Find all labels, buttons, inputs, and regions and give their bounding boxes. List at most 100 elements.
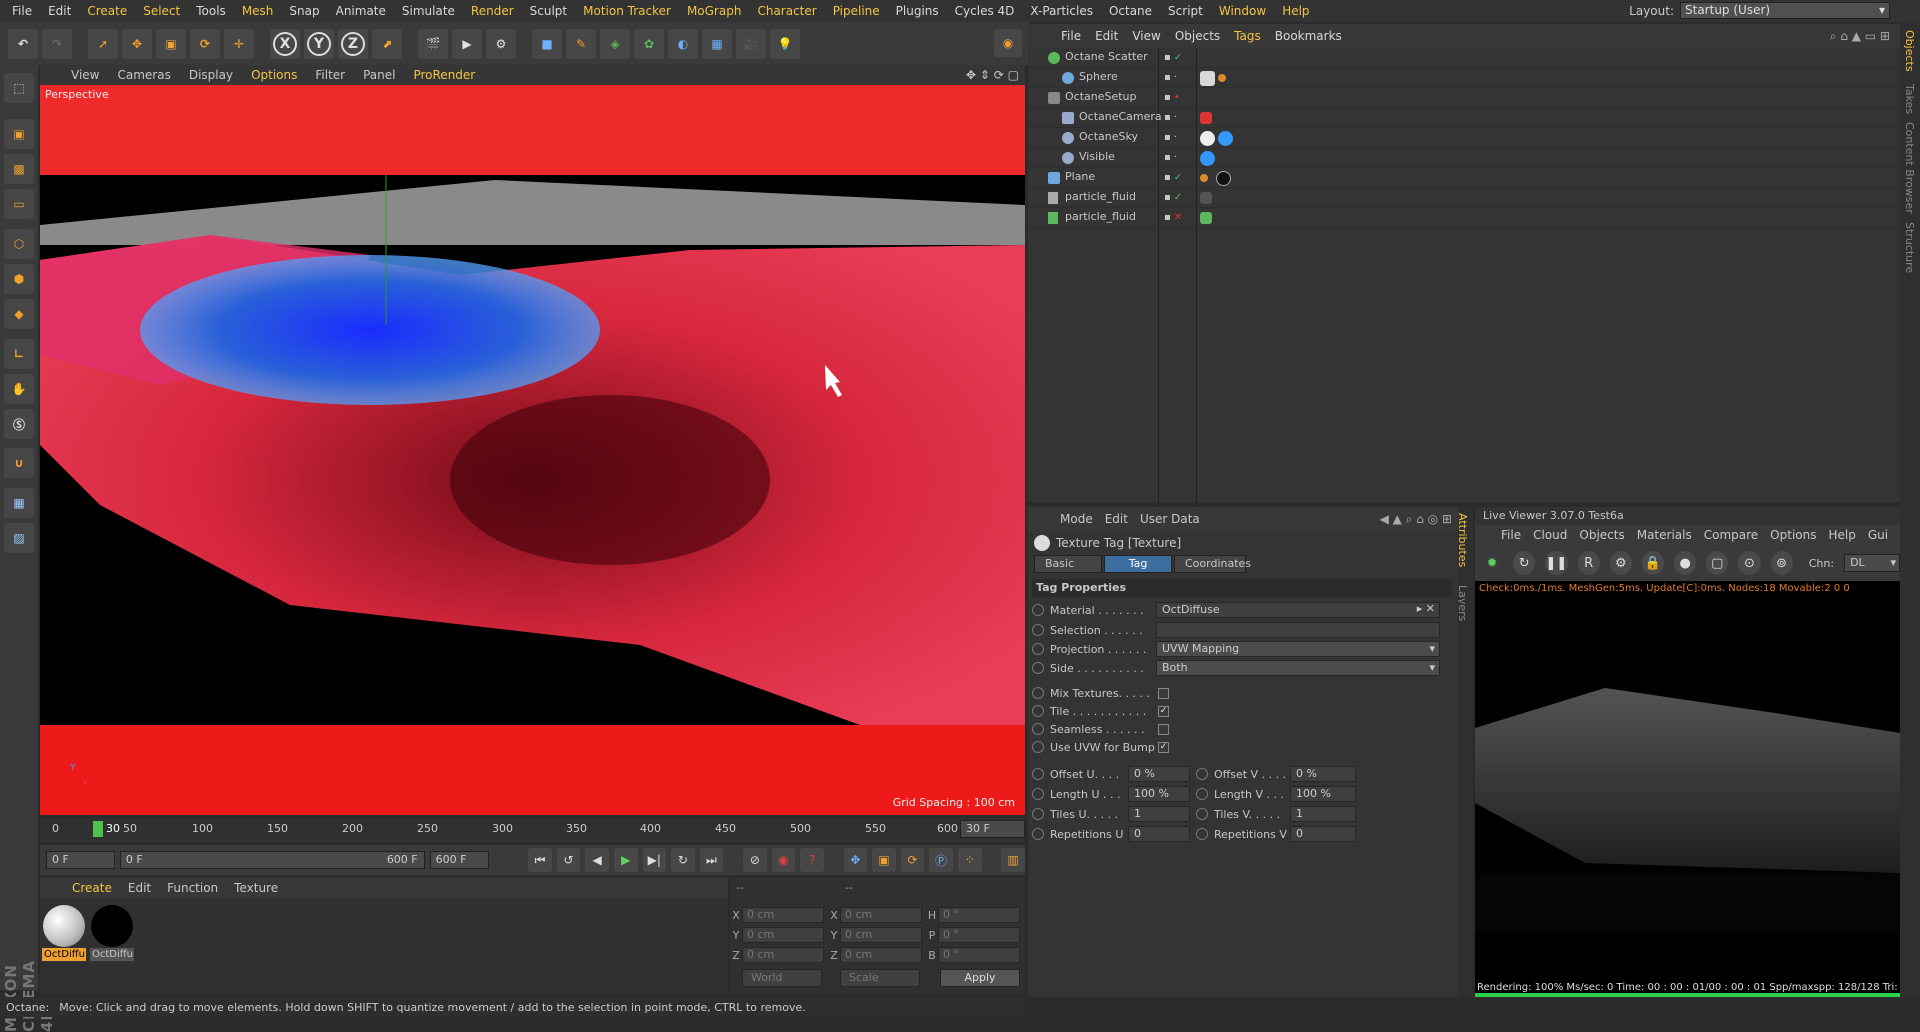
- edges-mode-icon[interactable]: ⬢: [4, 264, 34, 294]
- object-menu-view[interactable]: View: [1125, 29, 1167, 43]
- object-menu-edit[interactable]: Edit: [1088, 29, 1125, 43]
- menu-help[interactable]: Help: [1274, 0, 1317, 22]
- point-level-icon[interactable]: ⁘: [957, 848, 982, 872]
- go-to-end-icon[interactable]: ⏭: [699, 848, 724, 872]
- rotation-p-field[interactable]: 0 °: [938, 927, 1020, 943]
- timeline-ruler[interactable]: 0 30 50 100 150 200 250 300 350 400 450 …: [40, 818, 1025, 842]
- render-picture-viewer-icon[interactable]: ▶: [452, 28, 482, 59]
- current-frame-marker[interactable]: [93, 821, 103, 837]
- lv-menu-materials[interactable]: Materials: [1631, 528, 1698, 542]
- lv-menu-cloud[interactable]: Cloud: [1527, 528, 1573, 542]
- material-swatch-black[interactable]: OctDiffu: [90, 904, 134, 961]
- restart-render-icon[interactable]: ↻: [1513, 551, 1536, 575]
- viewport-menu-prorender[interactable]: ProRender: [404, 68, 484, 82]
- lv-menu-objects[interactable]: Objects: [1573, 528, 1630, 542]
- menu-edit[interactable]: Edit: [40, 0, 79, 22]
- object-row-octanesky[interactable]: OctaneSky ▪ ·: [1028, 128, 1900, 148]
- position-z-field[interactable]: 0 cm: [742, 947, 824, 963]
- layout-dropdown[interactable]: Startup (User) ▾: [1680, 2, 1890, 19]
- region-render-icon[interactable]: R: [1577, 551, 1600, 575]
- channel-dropdown[interactable]: DL ▾: [1844, 554, 1901, 572]
- disabled-check[interactable]: ✕: [1174, 212, 1182, 223]
- object-flags[interactable]: ▪ •: [1164, 92, 1180, 103]
- seamless-checkbox[interactable]: [1158, 723, 1169, 735]
- tab-tag[interactable]: Tag: [1104, 555, 1172, 573]
- object-menu-file[interactable]: File: [1054, 29, 1088, 43]
- pick-material-icon[interactable]: ⊚: [1770, 551, 1793, 575]
- clay-mode-icon[interactable]: ▢: [1706, 551, 1729, 575]
- camera-icon[interactable]: 🎥: [736, 28, 766, 59]
- subdivision-icon[interactable]: ◈: [600, 28, 630, 59]
- z-axis-lock-button[interactable]: Z: [338, 28, 368, 59]
- menu-file[interactable]: File: [4, 0, 40, 22]
- floor-icon[interactable]: ▦: [702, 28, 732, 59]
- param-key-icon[interactable]: Ⓟ: [929, 848, 953, 872]
- animate-radio[interactable]: [1032, 604, 1044, 616]
- rotation-b-field[interactable]: 0 °: [938, 947, 1020, 963]
- environment-tag-icon[interactable]: [1200, 131, 1215, 146]
- x-axis-lock-button[interactable]: X: [270, 28, 300, 59]
- record-active-icon[interactable]: ⊘: [743, 848, 767, 872]
- object-flags[interactable]: ▪ ·: [1164, 112, 1177, 123]
- animate-radio[interactable]: [1196, 768, 1208, 780]
- workplane-icon[interactable]: ▭: [4, 189, 34, 219]
- scale-x-field[interactable]: 0 cm: [840, 907, 922, 923]
- lv-menu-help[interactable]: Help: [1822, 528, 1861, 542]
- coord-space-dropdown[interactable]: World: [742, 969, 822, 987]
- lv-menu-compare[interactable]: Compare: [1698, 528, 1764, 542]
- previous-frame-icon[interactable]: ◀: [585, 848, 609, 872]
- projection-dropdown[interactable]: UVW Mapping ▾: [1156, 641, 1440, 657]
- redo-icon[interactable]: ↷: [42, 28, 72, 59]
- object-row-particle-fluid-2[interactable]: particle_fluid ▪ ✕: [1028, 208, 1900, 228]
- current-frame-field[interactable]: 30 F: [960, 820, 1025, 838]
- attribute-menu-edit[interactable]: Edit: [1099, 512, 1134, 526]
- render-settings-icon[interactable]: ⚙: [486, 28, 516, 59]
- tweak-mode-icon[interactable]: ✋: [4, 374, 34, 404]
- material-menu-create[interactable]: Create: [64, 881, 120, 895]
- tab-basic[interactable]: Basic: [1034, 555, 1102, 573]
- autokey-icon[interactable]: ◉: [771, 848, 796, 872]
- lv-menu-gui[interactable]: Gui: [1862, 528, 1894, 542]
- menu-octane[interactable]: Octane: [1101, 0, 1160, 22]
- object-row-visible[interactable]: Visible ▪ ·: [1028, 148, 1900, 168]
- solo-icon[interactable]: Ⓢ: [4, 409, 34, 439]
- octane-toolbar-icon[interactable]: ◉: [994, 29, 1022, 57]
- material-menu-edit[interactable]: Edit: [120, 881, 159, 895]
- side-tab-content-browser[interactable]: Content Browser: [1903, 122, 1916, 214]
- menu-simulate[interactable]: Simulate: [394, 0, 463, 22]
- tiles-u-field[interactable]: 1: [1128, 806, 1190, 822]
- particle-tag-icon[interactable]: [1200, 192, 1212, 204]
- animate-radio[interactable]: [1032, 662, 1044, 674]
- apply-button[interactable]: Apply: [940, 969, 1020, 987]
- cube-icon[interactable]: ■: [532, 28, 562, 59]
- material-tag-icon[interactable]: [1216, 171, 1231, 186]
- lv-menu-file[interactable]: File: [1495, 528, 1527, 542]
- end-frame-field[interactable]: 600 F: [429, 851, 489, 869]
- menu-motion-tracker[interactable]: Motion Tracker: [575, 0, 679, 22]
- octane-tag-icon[interactable]: [1218, 131, 1233, 146]
- material-field[interactable]: OctDiffuse ▸ ✕: [1156, 602, 1440, 618]
- object-row-octane-scatter[interactable]: Octane Scatter ▪ ✓: [1028, 48, 1900, 68]
- xp-tag-icon[interactable]: [1200, 212, 1212, 224]
- animate-radio[interactable]: [1032, 643, 1044, 655]
- material-menu-texture[interactable]: Texture: [226, 881, 286, 895]
- arrow-icon[interactable]: ▸ ✕: [1417, 602, 1435, 616]
- light-icon[interactable]: 💡: [770, 28, 800, 59]
- object-menu-tags[interactable]: Tags: [1227, 29, 1268, 43]
- object-row-plane[interactable]: Plane ▪ ✓: [1028, 168, 1900, 188]
- material-swatch-white[interactable]: OctDiffu: [42, 904, 86, 961]
- animate-radio[interactable]: [1032, 741, 1044, 753]
- object-flags[interactable]: ▪ ·: [1164, 132, 1177, 143]
- rotation-key-icon[interactable]: ⟳: [900, 848, 925, 872]
- material-sphere-icon[interactable]: ●: [1674, 551, 1697, 575]
- offset-v-field[interactable]: 0 %: [1290, 766, 1356, 782]
- menu-mograph[interactable]: MoGraph: [679, 0, 750, 22]
- object-flags[interactable]: ▪ ✕: [1164, 212, 1182, 223]
- make-editable-icon[interactable]: ⬚: [4, 73, 34, 103]
- attribute-menu-user-data[interactable]: User Data: [1134, 512, 1206, 526]
- previous-key-icon[interactable]: ↺: [556, 848, 581, 872]
- deformer-icon[interactable]: ◐: [668, 28, 698, 59]
- octane-tag-icon[interactable]: [1200, 151, 1215, 166]
- move-all-icon[interactable]: ✛: [224, 28, 254, 59]
- render-view-icon[interactable]: 🎬: [418, 28, 448, 59]
